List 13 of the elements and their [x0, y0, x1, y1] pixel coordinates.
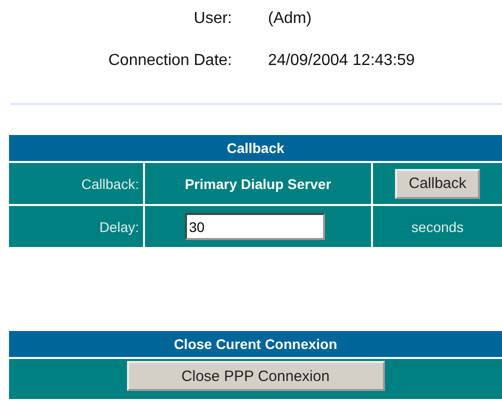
callback-button[interactable]: Callback [394, 168, 480, 198]
info-value: (Adm) [268, 9, 313, 29]
delay-input[interactable]: 30 [185, 213, 325, 240]
field-label: Delay: [99, 218, 139, 234]
field-label: Callback: [81, 176, 139, 192]
info-value: 24/09/2004 12:43:59 [268, 51, 416, 71]
unit-label: seconds [411, 218, 464, 234]
info-label: Connection Date: [108, 51, 232, 71]
info-label: User: [194, 9, 232, 29]
server-name: Primary Dialup Server [184, 176, 332, 192]
section-header: Close Curent Connexion [9, 331, 502, 357]
section-header: Callback [9, 135, 502, 161]
close-connection-button[interactable]: Close PPP Connexion [126, 361, 384, 391]
